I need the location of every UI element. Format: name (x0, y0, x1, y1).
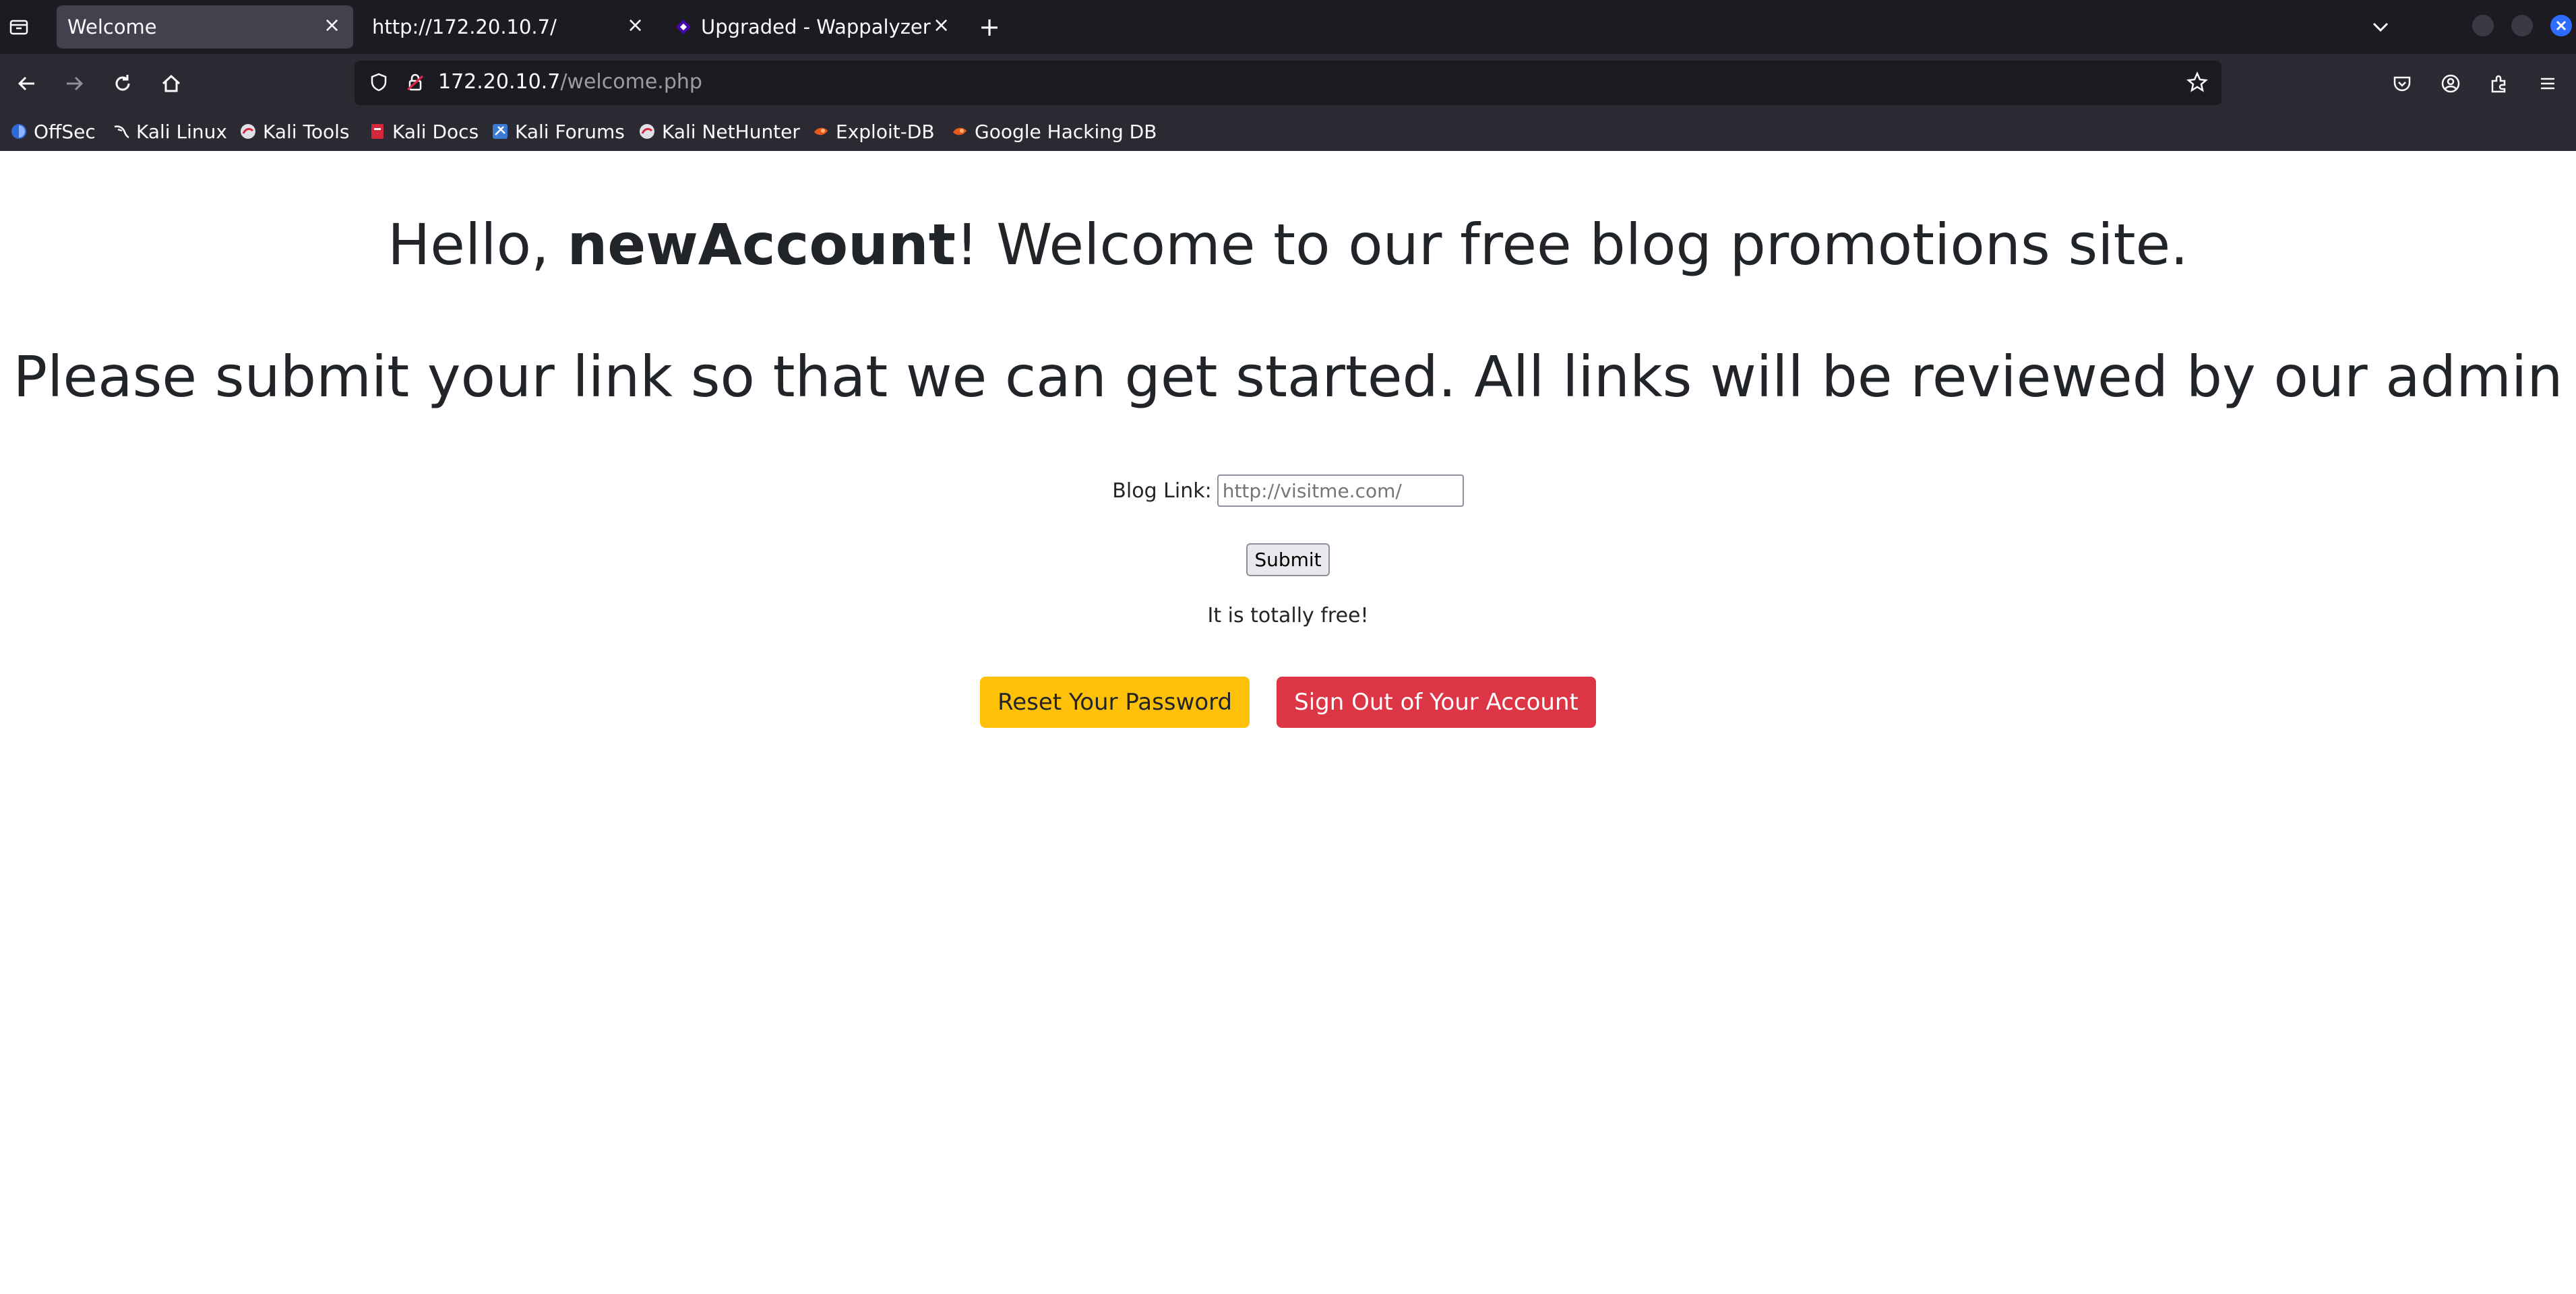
blog-link-label: Blog Link: (1112, 479, 1212, 503)
kali-tools-icon (239, 122, 257, 141)
greeting-suffix: ! Welcome to our free blog promotions si… (955, 212, 2188, 278)
account-icon[interactable] (2434, 67, 2467, 100)
pocket-icon[interactable] (2386, 67, 2418, 100)
tab-bar: Welcome × http://172.20.10.7/ × Upgraded… (0, 0, 2576, 54)
kali-docs-icon (368, 122, 387, 141)
url-text[interactable]: 172.20.10.7/welcome.php (438, 70, 702, 94)
url-host: 172.20.10.7 (438, 70, 561, 94)
bookmark-kali-forums[interactable]: Kali Forums (491, 117, 625, 146)
extensions-icon[interactable] (2483, 67, 2515, 100)
bookmark-google-hacking-db[interactable]: Google Hacking DB (950, 117, 1157, 146)
submit-button[interactable]: Submit (1246, 543, 1330, 576)
account-actions: Reset Your Password Sign Out of Your Acc… (0, 677, 2576, 728)
welcome-heading: Hello, newAccount! Welcome to our free b… (0, 212, 2576, 278)
close-icon[interactable]: × (627, 13, 644, 37)
shield-icon[interactable] (365, 69, 392, 96)
list-all-tabs-icon[interactable] (2367, 13, 2394, 40)
bookmark-label: OffSec (34, 120, 96, 143)
close-icon (2556, 20, 2567, 31)
bookmark-label: Kali NetHunter (662, 120, 800, 143)
url-path: /welcome.php (560, 70, 702, 94)
browser-chrome: Welcome × http://172.20.10.7/ × Upgraded… (0, 0, 2576, 151)
tab-label: http://172.20.10.7/ (372, 16, 557, 38)
bookmark-exploit-db[interactable]: Exploit-DB (811, 117, 935, 146)
new-tab-icon[interactable]: + (975, 12, 1004, 42)
kali-forums-icon (491, 122, 510, 141)
instructions-heading: Please submit your link so that we can g… (13, 344, 2563, 410)
kali-nethunter-icon (638, 122, 656, 141)
reset-password-button[interactable]: Reset Your Password (980, 677, 1250, 728)
address-bar[interactable]: 172.20.10.7/welcome.php (355, 61, 2221, 105)
bookmark-label: Kali Linux (136, 120, 227, 143)
forward-icon[interactable] (58, 67, 90, 100)
sign-out-button[interactable]: Sign Out of Your Account (1277, 677, 1596, 728)
blog-link-form: Blog Link: (0, 474, 2576, 507)
close-icon[interactable]: × (933, 13, 950, 37)
reload-icon[interactable] (106, 67, 139, 100)
ghdb-icon (950, 122, 969, 141)
offsec-icon (9, 122, 28, 141)
greeting-prefix: Hello, (388, 212, 568, 278)
insecure-lock-icon[interactable] (402, 69, 429, 96)
navigation-bar: 172.20.10.7/welcome.php (0, 54, 2576, 113)
username: newAccount (567, 212, 956, 278)
bookmark-kali-docs[interactable]: Kali Docs (368, 117, 479, 146)
bookmark-offsec[interactable]: OffSec (9, 117, 96, 146)
wappalyzer-icon (674, 18, 693, 36)
tab-list-icon[interactable] (5, 13, 32, 40)
bookmark-kali-nethunter[interactable]: Kali NetHunter (638, 117, 800, 146)
tab-label: Welcome (67, 16, 157, 38)
bookmark-label: Google Hacking DB (975, 120, 1157, 143)
submit-row: Submit (0, 543, 2576, 576)
free-note: It is totally free! (1207, 604, 1369, 627)
page-content: Hello, newAccount! Welcome to our free b… (0, 151, 2576, 1294)
tab-welcome[interactable]: Welcome × (57, 5, 353, 49)
kali-dragon-icon (112, 122, 131, 141)
blog-link-input[interactable] (1217, 474, 1464, 507)
bookmark-label: Kali Docs (392, 120, 479, 143)
tab-label: Upgraded - Wappalyzer (701, 16, 931, 38)
bookmark-label: Kali Forums (515, 120, 625, 143)
close-icon[interactable]: × (324, 13, 340, 37)
minimize-button[interactable] (2472, 15, 2494, 36)
exploit-db-icon (811, 122, 830, 141)
back-icon[interactable] (11, 67, 43, 100)
bookmark-label: Exploit-DB (836, 120, 935, 143)
tab-wappalyzer[interactable]: Upgraded - Wappalyzer × (663, 5, 960, 49)
tab-home[interactable]: http://172.20.10.7/ × (359, 5, 655, 49)
menu-icon[interactable] (2532, 67, 2564, 100)
bookmark-label: Kali Tools (263, 120, 350, 143)
home-icon[interactable] (155, 67, 187, 100)
bookmark-kali-tools[interactable]: Kali Tools (239, 117, 349, 146)
window-close-button[interactable] (2550, 15, 2572, 36)
bookmark-kali-linux[interactable]: Kali Linux (112, 117, 227, 146)
maximize-button[interactable] (2511, 15, 2533, 36)
bookmark-star-icon[interactable] (2184, 69, 2211, 96)
